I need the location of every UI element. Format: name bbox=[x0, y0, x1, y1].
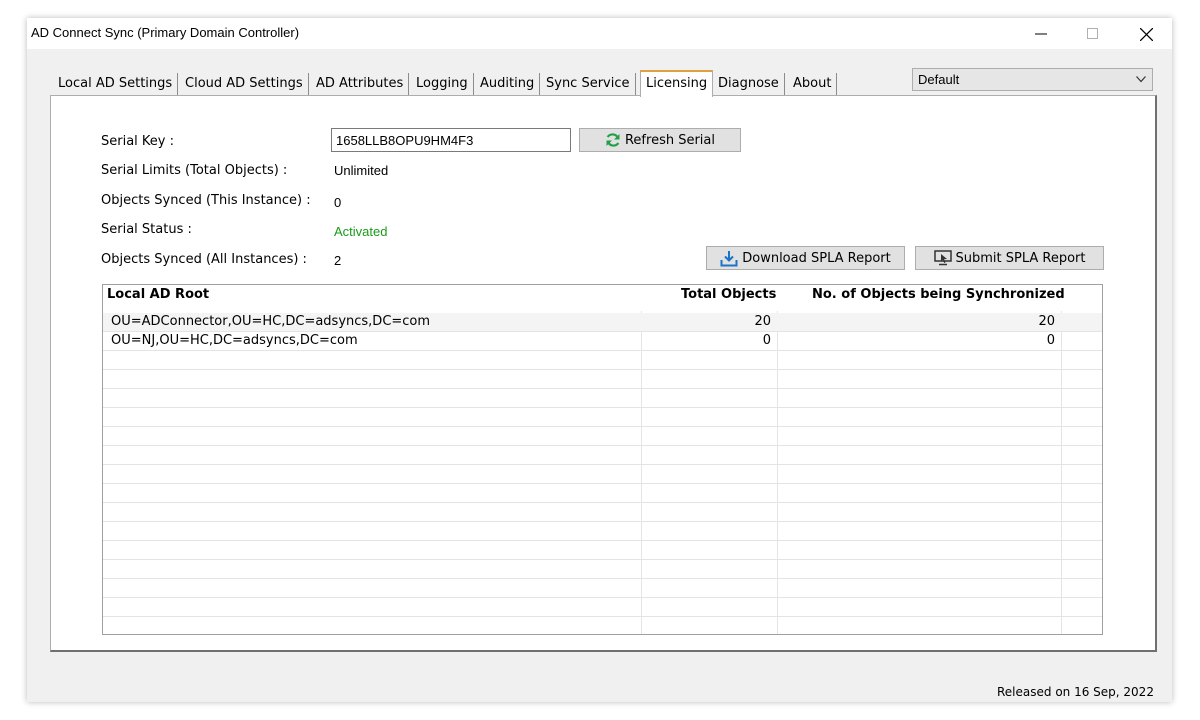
cell-ad-root: OU=NJ,OU=HC,DC=adsyncs,DC=com bbox=[111, 333, 358, 348]
maximize-icon bbox=[1087, 28, 1098, 39]
tab-licensing[interactable]: Licensing bbox=[640, 70, 714, 97]
empty-row bbox=[103, 389, 1102, 408]
empty-row bbox=[103, 465, 1102, 484]
empty-row bbox=[103, 370, 1102, 389]
table-header: Local AD Root Total Objects No. of Objec… bbox=[103, 285, 1102, 311]
cell-ad-root: OU=ADConnector,OU=HC,DC=adsyncs,DC=com bbox=[111, 314, 431, 329]
cell-total-objects: 20 bbox=[754, 314, 771, 329]
empty-row bbox=[103, 598, 1102, 617]
objects-synced-instance-label: Objects Synced (This Instance) : bbox=[101, 193, 311, 208]
empty-row bbox=[103, 484, 1102, 503]
download-icon bbox=[720, 250, 738, 266]
objects-synced-instance-value: 0 bbox=[334, 195, 342, 210]
empty-row bbox=[103, 579, 1102, 598]
serial-status-value: Activated bbox=[334, 224, 388, 239]
tab-about[interactable]: About bbox=[788, 73, 838, 95]
tab-diagnose[interactable]: Diagnose bbox=[713, 73, 785, 95]
refresh-serial-button[interactable]: Refresh Serial bbox=[579, 128, 741, 152]
empty-row bbox=[103, 351, 1102, 370]
serial-key-input[interactable] bbox=[331, 128, 571, 152]
ad-root-table: Local AD Root Total Objects No. of Objec… bbox=[102, 284, 1103, 635]
app-window: AD Connect Sync (Primary Domain Controll… bbox=[27, 18, 1172, 702]
profile-select-value: Default bbox=[918, 72, 960, 87]
tab-cloud-ad-settings[interactable]: Cloud AD Settings bbox=[180, 73, 309, 95]
cell-objects-synchronized: 0 bbox=[1046, 333, 1055, 348]
empty-row bbox=[103, 522, 1102, 541]
column-header-objects-synchronized[interactable]: No. of Objects being Synchronized bbox=[812, 287, 1065, 302]
release-date-text: Released on 16 Sep, 2022 bbox=[997, 685, 1154, 699]
maximize-button[interactable] bbox=[1070, 18, 1116, 49]
licensing-panel: Serial Key : Refresh Serial Serial Limit… bbox=[50, 95, 1157, 652]
title-bar: AD Connect Sync (Primary Domain Controll… bbox=[27, 18, 1172, 49]
empty-row bbox=[103, 427, 1102, 446]
cell-total-objects: 0 bbox=[762, 333, 771, 348]
close-button[interactable] bbox=[1123, 18, 1169, 49]
tab-logging[interactable]: Logging bbox=[411, 73, 474, 95]
tab-auditing[interactable]: Auditing bbox=[475, 73, 541, 95]
serial-status-label: Serial Status : bbox=[101, 222, 192, 237]
empty-row bbox=[103, 617, 1102, 634]
objects-synced-all-value: 2 bbox=[334, 253, 342, 268]
cell-objects-synchronized: 20 bbox=[1038, 314, 1055, 329]
download-spla-label: Download SPLA Report bbox=[742, 250, 891, 266]
serial-key-label: Serial Key : bbox=[101, 134, 174, 149]
table-row[interactable]: OU=NJ,OU=HC,DC=adsyncs,DC=com 0 0 bbox=[103, 332, 1102, 351]
empty-row bbox=[103, 503, 1102, 522]
minimize-icon bbox=[1035, 33, 1047, 35]
empty-row bbox=[103, 560, 1102, 579]
monitor-click-icon bbox=[933, 250, 952, 266]
empty-row bbox=[103, 446, 1102, 465]
close-icon bbox=[1140, 28, 1153, 41]
download-spla-button[interactable]: Download SPLA Report bbox=[706, 246, 905, 270]
refresh-icon bbox=[606, 133, 620, 147]
column-header-local-ad-root[interactable]: Local AD Root bbox=[107, 287, 209, 302]
window-title: AD Connect Sync (Primary Domain Controll… bbox=[31, 25, 300, 40]
submit-spla-button[interactable]: Submit SPLA Report bbox=[915, 246, 1104, 270]
tab-local-ad-settings[interactable]: Local AD Settings bbox=[53, 73, 179, 95]
objects-synced-all-label: Objects Synced (All Instances) : bbox=[101, 252, 307, 267]
refresh-serial-label: Refresh Serial bbox=[624, 132, 715, 148]
minimize-button[interactable] bbox=[1018, 18, 1064, 49]
profile-select[interactable]: Default bbox=[912, 68, 1153, 91]
tab-sync-service[interactable]: Sync Service bbox=[541, 73, 636, 95]
chevron-down-icon bbox=[1136, 76, 1146, 83]
empty-row bbox=[103, 408, 1102, 427]
column-header-total-objects[interactable]: Total Objects bbox=[681, 287, 776, 302]
table-row[interactable]: OU=ADConnector,OU=HC,DC=adsyncs,DC=com 2… bbox=[103, 313, 1102, 332]
tab-ad-attributes[interactable]: AD Attributes bbox=[311, 73, 410, 95]
empty-row bbox=[103, 541, 1102, 560]
submit-spla-label: Submit SPLA Report bbox=[955, 250, 1086, 266]
serial-limits-label: Serial Limits (Total Objects) : bbox=[101, 163, 288, 178]
serial-limits-value: Unlimited bbox=[334, 163, 389, 178]
